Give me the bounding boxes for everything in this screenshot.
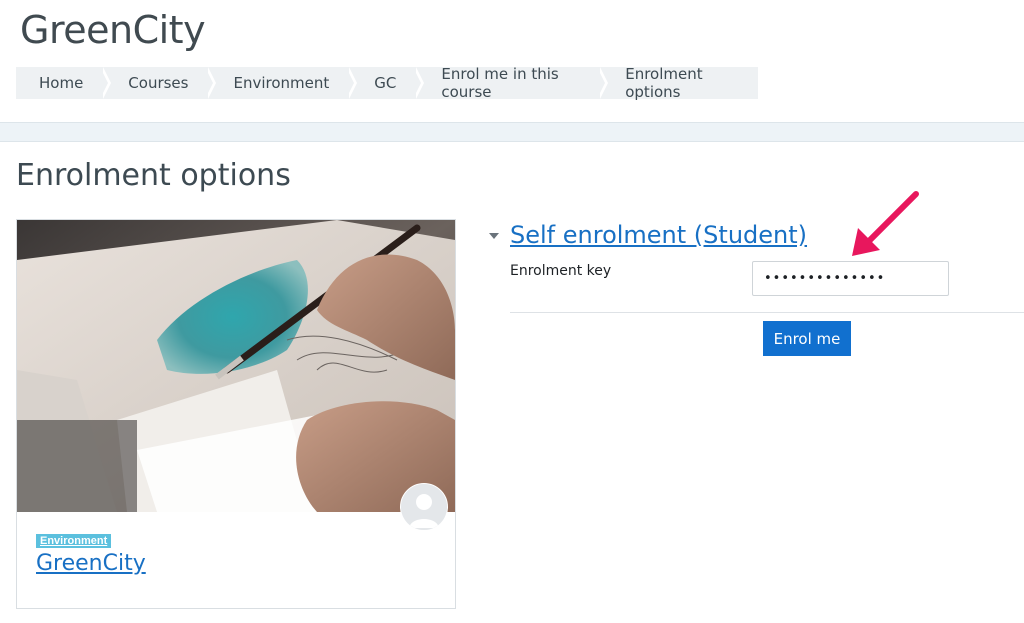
- breadcrumb-label: GC: [374, 74, 397, 92]
- self-enrolment-heading[interactable]: Self enrolment (Student): [510, 221, 807, 249]
- header-divider-band: [0, 122, 1024, 142]
- site-title[interactable]: GreenCity: [20, 8, 206, 52]
- breadcrumb-label: Environment: [233, 74, 330, 92]
- divider: [510, 312, 1024, 313]
- user-avatar-icon[interactable]: [400, 483, 448, 531]
- course-image: [17, 220, 455, 512]
- page-title: Enrolment options: [16, 158, 291, 193]
- breadcrumb-item-home[interactable]: Home: [16, 67, 112, 99]
- enrolment-key-input[interactable]: [752, 261, 949, 296]
- breadcrumb-label: Courses: [128, 74, 189, 92]
- breadcrumb-label: Home: [39, 74, 84, 92]
- course-name-link[interactable]: GreenCity: [36, 551, 146, 576]
- enrol-me-button[interactable]: Enrol me: [763, 321, 851, 356]
- breadcrumb-item-enrolment-options: Enrolment options: [602, 65, 758, 101]
- breadcrumb-item-courses[interactable]: Courses: [105, 67, 217, 99]
- breadcrumb-label: Enrolment options: [625, 65, 703, 101]
- course-card: Environment GreenCity: [16, 219, 456, 609]
- collapse-toggle-icon[interactable]: [489, 233, 499, 239]
- category-badge[interactable]: Environment: [36, 534, 112, 548]
- breadcrumb-label: Enrol me in this course: [441, 65, 559, 101]
- breadcrumb-item-enrol-me[interactable]: Enrol me in this course: [418, 65, 609, 101]
- breadcrumb: Home Courses Environment GC Enrol me in …: [16, 65, 758, 101]
- breadcrumb-item-gc[interactable]: GC: [351, 67, 425, 99]
- breadcrumb-item-environment[interactable]: Environment: [210, 67, 358, 99]
- enrolment-key-label: Enrolment key: [510, 263, 612, 279]
- pointer-arrow-icon: [852, 191, 919, 256]
